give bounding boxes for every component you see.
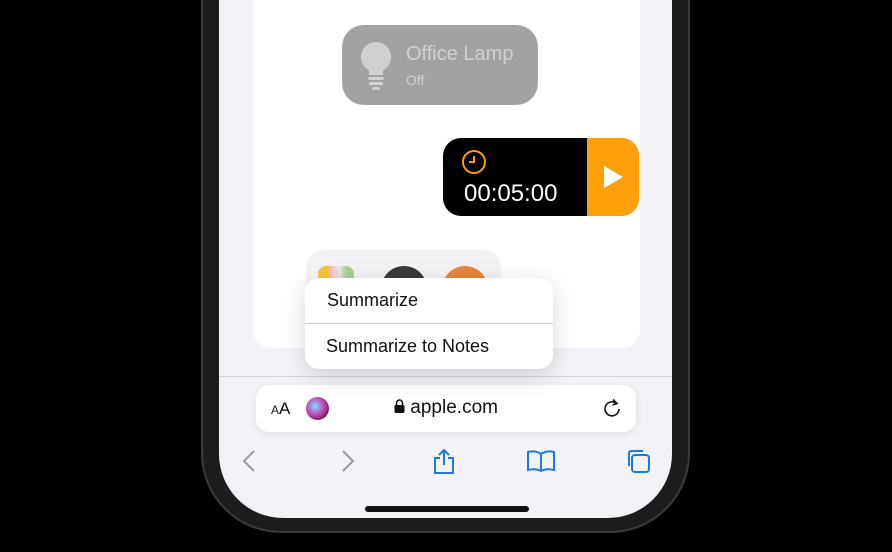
menu-item-summarize[interactable]: Summarize [305,278,553,323]
book-icon [527,450,555,472]
url-display[interactable]: apple.com [256,397,636,419]
tabs-icon [628,450,650,473]
home-indicator[interactable] [365,506,529,512]
lightbulb-icon [361,42,391,90]
office-lamp-widget[interactable]: Office Lamp Off [342,25,538,105]
timer-time: 00:05:00 [464,180,558,207]
clock-icon [462,150,486,174]
bookmarks-button[interactable] [526,446,556,476]
context-menu: Summarize Summarize to Notes [305,278,553,369]
share-icon [434,448,454,474]
lock-icon [394,399,405,413]
forward-button[interactable] [333,446,363,476]
back-button[interactable] [234,446,264,476]
toolbar-divider [219,376,672,377]
phone-screen: Office Lamp Off 00:05:00 AA apple.com [219,0,672,518]
lamp-status: Off [406,72,425,88]
reload-icon[interactable] [602,398,622,418]
play-icon [604,166,623,188]
timer-widget[interactable]: 00:05:00 [443,138,639,216]
menu-item-summarize-to-notes[interactable]: Summarize to Notes [305,323,553,368]
lamp-title: Office Lamp [406,43,514,65]
share-button[interactable] [429,446,459,476]
tabs-button[interactable] [623,446,653,476]
address-bar[interactable]: AA apple.com [256,385,636,432]
chevron-left-icon [242,450,255,472]
chevron-right-icon [342,450,355,472]
play-button[interactable] [587,138,639,216]
